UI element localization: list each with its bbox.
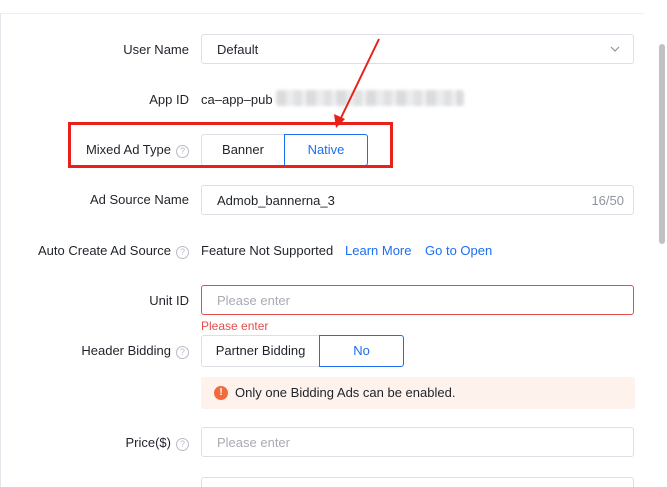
- next-field-input[interactable]: [201, 477, 634, 487]
- form-window: User Name Default App ID ca–app–pub Mixe…: [0, 0, 667, 487]
- bidding-alert-text: Only one Bidding Ads can be enabled.: [235, 385, 456, 400]
- ad-source-name-value: Admob_bannerna_3: [217, 193, 335, 208]
- app-id-label-text: App ID: [149, 92, 189, 107]
- mixed-ad-type-label-text: Mixed Ad Type: [85, 142, 171, 157]
- unit-id-error-message: Please enter: [201, 319, 269, 333]
- chevron-down-icon: [610, 46, 620, 52]
- price-label-text: Price($): [125, 435, 171, 450]
- user-name-label-text: User Name: [123, 42, 189, 57]
- question-circle-icon: ?: [176, 346, 189, 359]
- question-circle-icon: ?: [176, 246, 189, 259]
- price-label: Price($)?: [125, 434, 189, 452]
- user-name-select[interactable]: Default: [201, 34, 634, 64]
- price-placeholder: Please enter: [217, 435, 290, 450]
- unit-id-label: Unit ID: [149, 292, 189, 310]
- price-input[interactable]: Please enter: [201, 427, 634, 457]
- unit-id-label-text: Unit ID: [149, 293, 189, 308]
- unit-id-input[interactable]: Please enter: [201, 285, 634, 315]
- warning-circle-icon: !: [214, 386, 228, 400]
- question-circle-icon: ?: [176, 145, 189, 158]
- app-id-value: ca–app–pub: [201, 92, 273, 107]
- header-bidding-partner-option[interactable]: Partner Bidding: [201, 335, 320, 367]
- header-bidding-no-option[interactable]: No: [319, 335, 404, 367]
- go-to-open-link[interactable]: Go to Open: [425, 242, 492, 260]
- mixed-ad-type-native-option[interactable]: Native: [284, 134, 368, 166]
- auto-create-value: Feature Not Supported: [201, 243, 334, 258]
- auto-create-label: Auto Create Ad Source?: [38, 242, 189, 260]
- user-name-value: Default: [217, 42, 259, 57]
- ad-source-name-input[interactable]: Admob_bannerna_3 16/50: [201, 185, 634, 215]
- scrollbar-thumb[interactable]: [659, 44, 665, 244]
- user-name-label: User Name: [123, 41, 189, 59]
- mixed-ad-type-banner-option[interactable]: Banner: [201, 134, 285, 166]
- character-counter: 16/50: [591, 193, 624, 208]
- header-bidding-label: Header Bidding?: [81, 342, 189, 360]
- auto-create-label-text: Auto Create Ad Source: [38, 243, 171, 258]
- question-circle-icon: ?: [176, 438, 189, 451]
- header-bidding-label-text: Header Bidding: [81, 343, 171, 358]
- mixed-ad-type-label: Mixed Ad Type?: [86, 141, 189, 159]
- learn-more-link[interactable]: Learn More: [345, 242, 411, 260]
- ad-source-name-label-text: Ad Source Name: [90, 192, 189, 207]
- bidding-alert: ! Only one Bidding Ads can be enabled.: [201, 377, 635, 409]
- redacted-app-id: [276, 90, 464, 106]
- ad-source-name-label: Ad Source Name: [90, 191, 189, 209]
- app-id-label: App ID: [149, 91, 189, 109]
- unit-id-placeholder: Please enter: [217, 293, 290, 308]
